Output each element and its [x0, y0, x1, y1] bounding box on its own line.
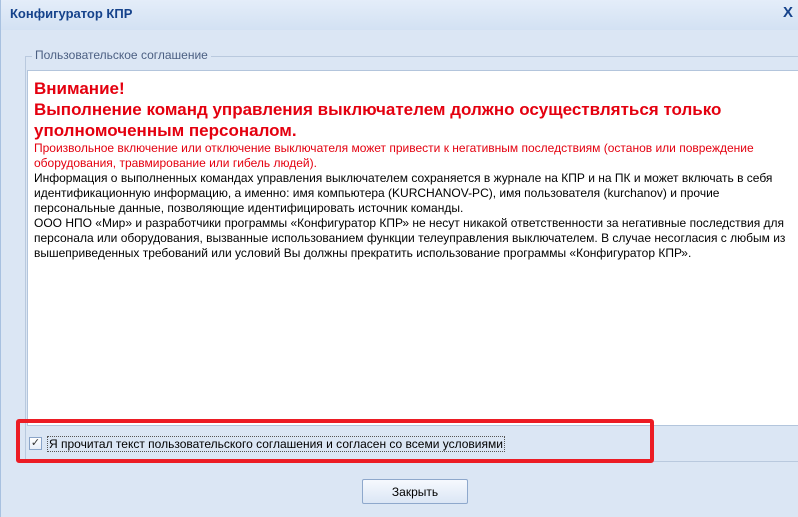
consent-checkbox[interactable]: ✓: [29, 437, 42, 450]
consent-label[interactable]: Я прочитал текст пользовательского согла…: [47, 436, 505, 452]
agreement-dialog: Конфигуратор КПР X Пользовательское согл…: [0, 0, 798, 517]
warning-subtitle: Выполнение команд управления выключателе…: [34, 100, 722, 140]
info-text-liability: ООО НПО «Мир» и разработчики программы «…: [34, 216, 786, 260]
warning-title: Внимание!: [34, 79, 125, 98]
consent-row: ✓ Я прочитал текст пользовательского сог…: [27, 434, 798, 454]
agreement-text-area[interactable]: Внимание! Выполнение команд управления в…: [27, 70, 798, 426]
info-text-logging: Информация о выполненных командах управл…: [34, 171, 773, 215]
close-window-button[interactable]: X: [783, 4, 798, 24]
agreement-legend: Пользовательское соглашение: [32, 48, 211, 62]
warning-text: Произвольное включение или отключение вы…: [34, 141, 754, 170]
title-bar: Конфигуратор КПР X: [1, 0, 798, 30]
window-title: Конфигуратор КПР: [10, 6, 133, 21]
close-button[interactable]: Закрыть: [362, 479, 468, 504]
